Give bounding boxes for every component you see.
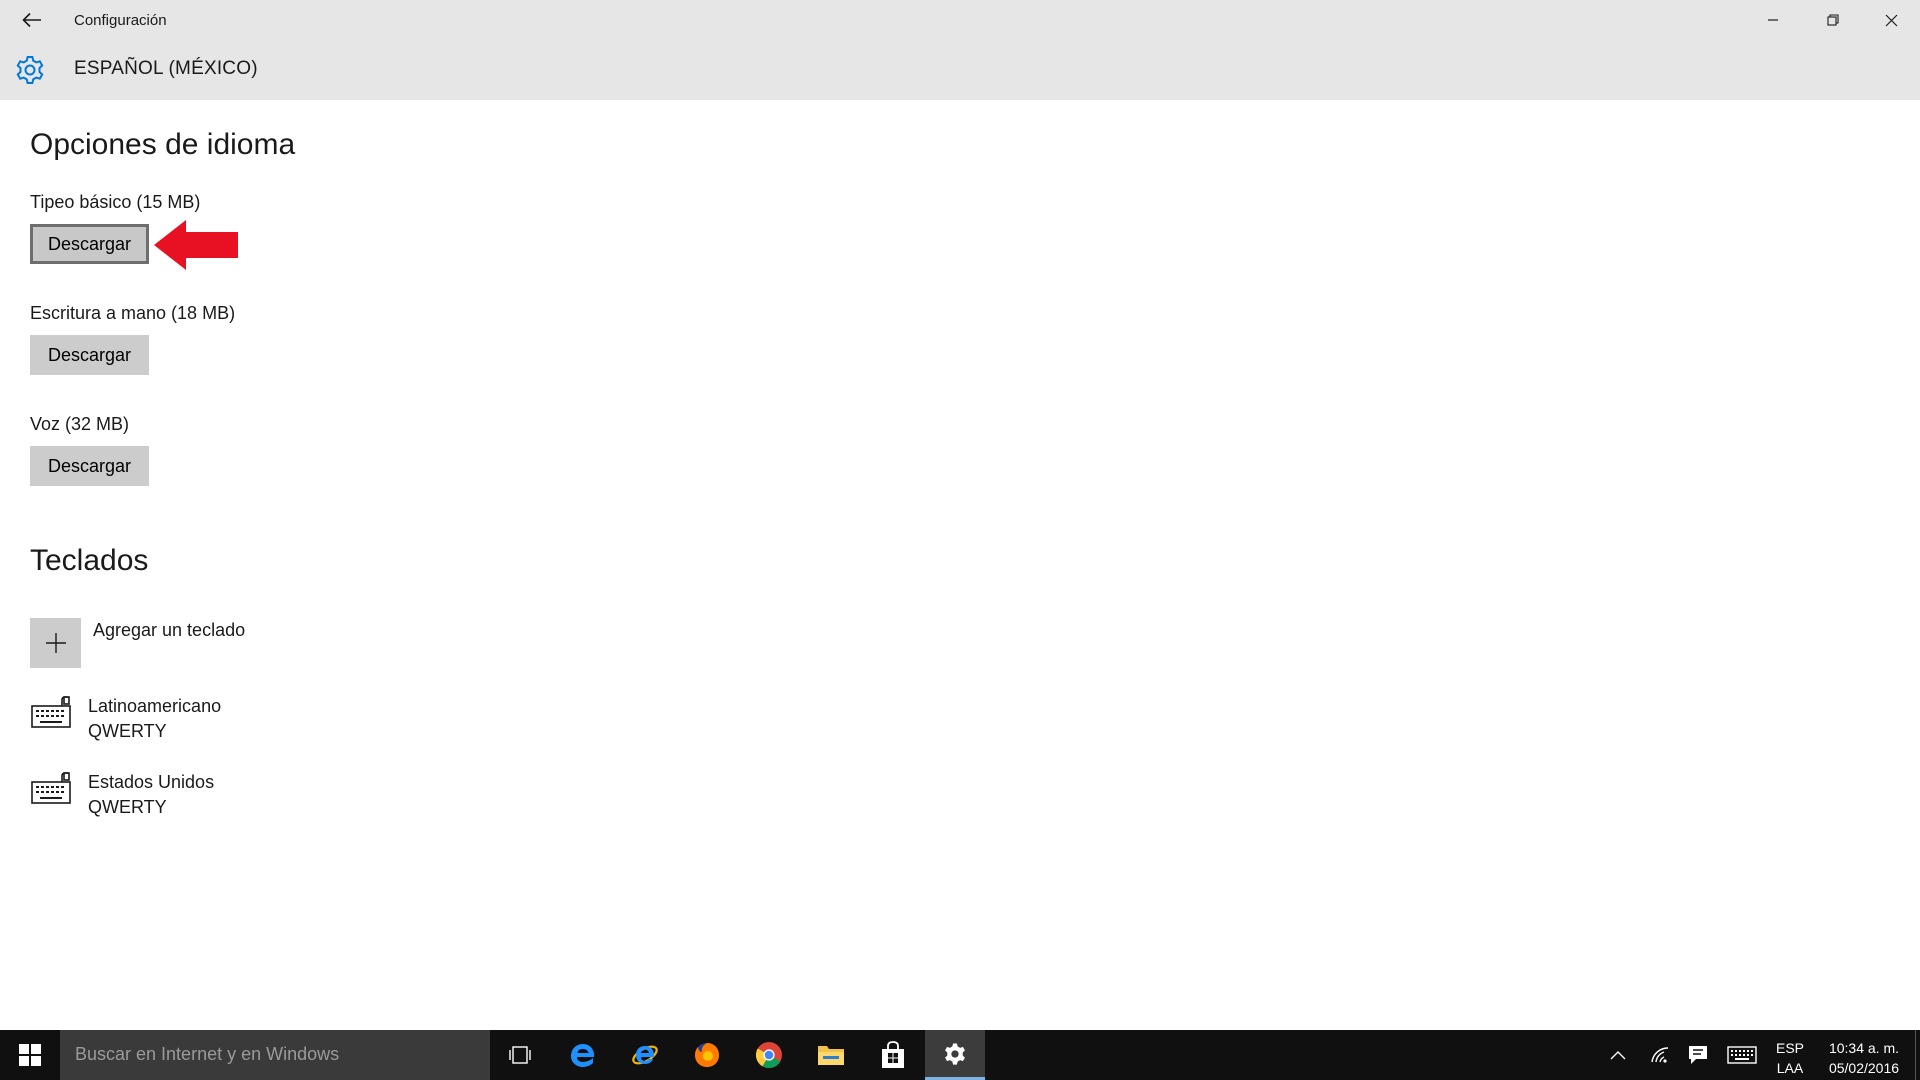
- download-speech-button[interactable]: Descargar: [30, 446, 149, 486]
- internet-explorer-button[interactable]: [615, 1030, 675, 1080]
- edge-button[interactable]: [553, 1030, 613, 1080]
- clock-date: 05/02/2016: [1828, 1060, 1900, 1076]
- add-keyboard-label[interactable]: Agregar un teclado: [93, 620, 245, 641]
- clock-time: 10:34 a. m.: [1828, 1040, 1900, 1056]
- wifi-icon: [1651, 1047, 1669, 1063]
- back-button[interactable]: [12, 6, 52, 34]
- download-handwriting-button[interactable]: Descargar: [30, 335, 149, 375]
- keyboard-name[interactable]: Estados Unidos: [88, 772, 214, 793]
- store-icon: [882, 1041, 904, 1068]
- keyboard-icon: [31, 696, 71, 728]
- basic-typing-label: Tipeo básico (15 MB): [30, 192, 201, 212]
- back-arrow-icon: [22, 12, 41, 28]
- keyboard-layout: QWERTY: [88, 721, 167, 741]
- firefox-icon: [695, 1043, 719, 1067]
- add-keyboard-button[interactable]: [30, 618, 81, 668]
- edge-icon: [571, 1044, 595, 1067]
- task-view-icon: [509, 1046, 531, 1064]
- minimize-button[interactable]: [1745, 0, 1801, 40]
- internet-explorer-icon: [632, 1045, 658, 1065]
- language-code: ESP: [1775, 1040, 1804, 1056]
- layout-code: LAA: [1776, 1060, 1804, 1076]
- app-title: Configuración: [74, 12, 167, 29]
- chrome-icon: [755, 1042, 782, 1069]
- keyboard-icon: [31, 772, 71, 804]
- keyboard-icon: [1727, 1046, 1757, 1064]
- close-button[interactable]: [1863, 0, 1919, 40]
- minimize-icon: [1768, 19, 1778, 21]
- input-language-indicator[interactable]: ESP LAA: [1772, 1038, 1808, 1078]
- file-explorer-button[interactable]: [801, 1030, 861, 1080]
- notifications-icon: [1689, 1046, 1707, 1064]
- chrome-button[interactable]: [739, 1030, 799, 1080]
- clock[interactable]: 10:34 a. m. 05/02/2016: [1814, 1038, 1914, 1078]
- show-hidden-icons-button[interactable]: [1604, 1030, 1632, 1080]
- language-options-heading: Opciones de idioma: [30, 128, 296, 161]
- chevron-up-icon: [1610, 1051, 1626, 1060]
- network-button[interactable]: [1646, 1030, 1674, 1080]
- plus-icon: [45, 633, 66, 653]
- keyboards-heading: Teclados: [30, 544, 149, 577]
- firefox-button[interactable]: [677, 1030, 737, 1080]
- red-arrow-annotation: [154, 220, 238, 270]
- handwriting-label: Escritura a mano (18 MB): [30, 303, 236, 323]
- speech-label: Voz (32 MB): [30, 414, 130, 434]
- restore-icon: [1827, 14, 1839, 26]
- windows-logo-icon: [19, 1044, 41, 1066]
- taskbar: Buscar en Internet y en Windows ESP LAA …: [0, 1030, 1920, 1080]
- show-desktop-button[interactable]: [1915, 1030, 1920, 1080]
- search-placeholder: Buscar en Internet y en Windows: [75, 1044, 340, 1064]
- task-view-button[interactable]: [490, 1030, 550, 1080]
- gear-icon: [16, 56, 44, 84]
- search-box[interactable]: Buscar en Internet y en Windows: [60, 1030, 490, 1080]
- restore-button[interactable]: [1805, 0, 1861, 40]
- file-explorer-icon: [818, 1046, 844, 1065]
- store-button[interactable]: [863, 1030, 923, 1080]
- title-bar: Configuración ESPAÑOL (MÉXICO): [0, 0, 1920, 100]
- settings-icon: [945, 1042, 965, 1065]
- action-center-button[interactable]: [1684, 1030, 1712, 1080]
- download-basic-typing-button[interactable]: Descargar: [30, 224, 149, 264]
- keyboard-layout: QWERTY: [88, 797, 167, 817]
- settings-taskbar-button[interactable]: [925, 1030, 985, 1080]
- keyboard-name[interactable]: Latinoamericano: [88, 696, 221, 717]
- close-icon: [1885, 14, 1897, 26]
- touch-keyboard-button[interactable]: [1724, 1030, 1760, 1080]
- section-title: ESPAÑOL (MÉXICO): [74, 58, 258, 79]
- start-button[interactable]: [0, 1030, 60, 1080]
